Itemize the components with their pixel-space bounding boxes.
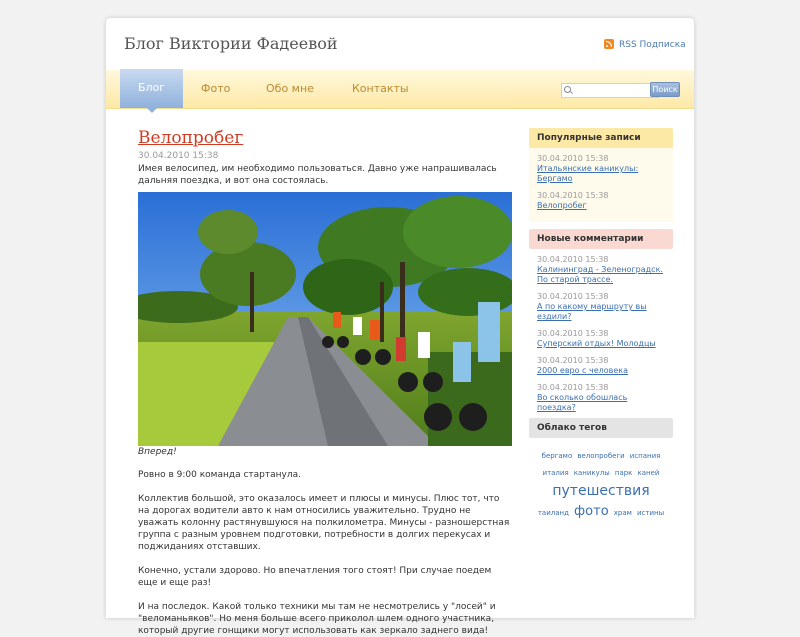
blog-post: Велопробег 30.04.2010 15:38 Имея велосип… — [138, 128, 512, 637]
tag-link[interactable]: велопробеги — [577, 450, 624, 463]
rss-icon — [604, 39, 614, 49]
list-item: 30.04.2010 15:38 2000 евро с человека — [537, 356, 665, 376]
tag-link[interactable]: таиланд — [538, 504, 569, 522]
comment-link[interactable]: А по какому маршруту вы ездили? — [537, 302, 665, 322]
photo-caption: Вперед! — [138, 447, 177, 457]
post-date: 30.04.2010 15:38 — [138, 151, 219, 161]
post-paragraph-1: Ровно в 9:00 команда стартанула. — [138, 470, 301, 480]
search-button[interactable]: Поиск — [650, 82, 680, 97]
main-nav: Блог Фото Обо мне Контакты Поиск — [106, 69, 694, 113]
tag-link[interactable]: каникулы — [574, 467, 610, 480]
popular-date: 30.04.2010 15:38 — [537, 191, 609, 200]
page-container: Блог Виктории Фадеевой RSS Подписка Блог… — [106, 18, 694, 636]
recent-comments-list: 30.04.2010 15:38 Калининград - Зеленогра… — [529, 249, 673, 413]
tag-link[interactable]: парк — [615, 467, 633, 480]
popular-posts-widget: Популярные записи 30.04.2010 15:38 Италь… — [529, 128, 673, 222]
post-intro: Имея велосипед, им необходимо пользовать… — [138, 164, 497, 186]
tag-cloud: бергамо велопробеги испания италия каник… — [529, 438, 673, 522]
tag-cloud-widget: Облако тегов бергамо велопробеги испания… — [529, 418, 673, 522]
nav-item-photo[interactable]: Фото — [201, 70, 230, 108]
search-icon — [564, 86, 571, 93]
search-input[interactable] — [561, 83, 659, 98]
popular-link[interactable]: Итальянские каникулы: Бергамо — [537, 164, 665, 184]
site-title[interactable]: Блог Виктории Фадеевой — [124, 34, 338, 53]
comment-link[interactable]: Калининград - Зеленоградск. По старой тр… — [537, 265, 665, 285]
comment-date: 30.04.2010 15:38 — [537, 356, 609, 365]
rss-link[interactable]: RSS Подписка — [604, 39, 686, 50]
tag-link[interactable]: бергамо — [542, 450, 573, 463]
list-item: 30.04.2010 15:38 Во сколько обошлась пое… — [537, 383, 665, 413]
comment-date: 30.04.2010 15:38 — [537, 329, 609, 338]
list-item: 30.04.2010 15:38 А по какому маршруту вы… — [537, 292, 665, 322]
list-item: 30.04.2010 15:38 Суперский отдых! Молодц… — [537, 329, 665, 349]
tag-link[interactable]: фото — [574, 503, 609, 521]
list-item: 30.04.2010 15:38 Велопробег — [537, 191, 665, 211]
popular-link[interactable]: Велопробег — [537, 201, 665, 211]
nav-item-blog[interactable]: Блог — [120, 69, 183, 113]
recent-comments-title: Новые комментарии — [529, 229, 673, 249]
list-item: 30.04.2010 15:38 Калининград - Зеленогра… — [537, 255, 665, 285]
nav-item-about[interactable]: Обо мне — [266, 70, 314, 108]
popular-posts-list: 30.04.2010 15:38 Итальянские каникулы: Б… — [529, 148, 673, 222]
post-title[interactable]: Велопробег — [138, 128, 512, 148]
nav-item-contacts[interactable]: Контакты — [352, 70, 409, 108]
comment-date: 30.04.2010 15:38 — [537, 383, 609, 392]
post-paragraph-3: Конечно, устали здорово. Но впечатления … — [138, 566, 492, 588]
comment-date: 30.04.2010 15:38 — [537, 292, 609, 301]
comment-date: 30.04.2010 15:38 — [537, 255, 609, 264]
recent-comments-widget: Новые комментарии 30.04.2010 15:38 Калин… — [529, 229, 673, 420]
comment-link[interactable]: Суперский отдых! Молодцы — [537, 339, 665, 349]
list-item: 30.04.2010 15:38 Итальянские каникулы: Б… — [537, 154, 665, 184]
post-paragraph-2: Коллектив большой, это оказалось имеет и… — [138, 494, 510, 552]
tag-link[interactable]: путешествия — [552, 481, 649, 501]
rss-label: RSS Подписка — [619, 40, 686, 50]
tag-link[interactable]: истины — [637, 504, 664, 522]
tag-link[interactable]: италия — [543, 467, 569, 480]
comment-link[interactable]: 2000 евро с человека — [537, 366, 665, 376]
tag-link[interactable]: каней — [638, 467, 660, 480]
tag-link[interactable]: храм — [614, 504, 632, 522]
popular-date: 30.04.2010 15:38 — [537, 154, 609, 163]
post-photo-cyclists — [138, 192, 512, 446]
comment-link[interactable]: Во сколько обошлась поездка? — [537, 393, 665, 413]
popular-posts-title: Популярные записи — [529, 128, 673, 148]
post-paragraph-4: И на последок. Какой только техники мы т… — [138, 602, 496, 636]
tag-cloud-title: Облако тегов — [529, 418, 673, 438]
